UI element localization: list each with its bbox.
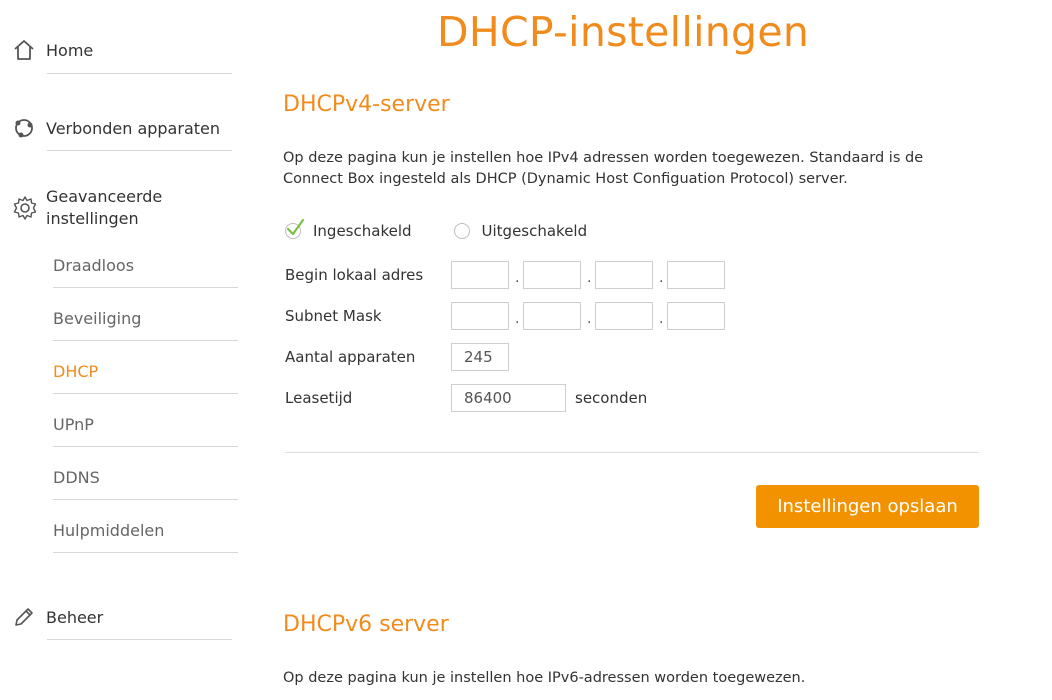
radio-label-enabled: Ingeschakeld [313, 222, 412, 240]
subnet-mask-octet-4[interactable] [667, 302, 725, 330]
sidebar-item-label: Verbonden apparaten [46, 118, 220, 138]
divider [53, 393, 238, 394]
sidebar-item-label: Geavanceerde instellingen [46, 186, 232, 230]
divider [53, 287, 238, 288]
ip-separator: . [515, 311, 520, 327]
section-divider [285, 452, 979, 453]
divider [47, 639, 232, 640]
sidebar-subitem-ddns[interactable]: DDNS [53, 468, 238, 487]
devices-icon [12, 115, 38, 141]
device-count-input[interactable]: 245 [451, 343, 509, 371]
checkmark-icon [286, 218, 305, 236]
sidebar-item-label: Home [46, 40, 94, 60]
start-address-octet-2[interactable] [523, 261, 581, 289]
radio-enabled[interactable]: Ingeschakeld [285, 218, 412, 240]
dhcpv4-description: Op deze pagina kun je instellen hoe IPv4… [283, 148, 983, 190]
page-title: DHCP-instellingen [437, 8, 810, 56]
divider [47, 150, 232, 151]
lease-time-label: Leasetijd [285, 389, 353, 407]
subnet-mask-label: Subnet Mask [285, 307, 382, 325]
dhcpv4-description-line2: Connect Box ingesteld als DHCP (Dynamic … [283, 171, 848, 187]
device-count-label: Aantal apparaten [285, 348, 416, 366]
sidebar-item-advanced[interactable]: Geavanceerde instellingen [12, 186, 232, 230]
lease-time-input[interactable]: 86400 [451, 384, 566, 412]
radio-label-disabled: Uitgeschakeld [481, 222, 588, 240]
sidebar-subitem-tools[interactable]: Hulpmiddelen [53, 521, 238, 540]
sidebar-item-label: Beheer [46, 607, 104, 627]
sidebar-subitem-wireless[interactable]: Draadloos [53, 256, 238, 275]
radio-button-disabled[interactable] [453, 223, 470, 239]
gear-icon [12, 195, 38, 221]
divider [53, 340, 238, 341]
radio-disabled[interactable]: Uitgeschakeld [453, 222, 588, 240]
pencil-icon [12, 604, 38, 630]
sidebar-item-label-line1: Geavanceerde [46, 187, 163, 206]
dhcpv4-section-title: DHCPv4-server [283, 92, 450, 117]
ip-separator: . [515, 270, 520, 286]
ip-separator: . [659, 270, 664, 286]
sidebar-item-admin[interactable]: Beheer [12, 604, 232, 630]
ip-separator: . [587, 311, 592, 327]
divider [47, 73, 232, 74]
sidebar-item-connected-devices[interactable]: Verbonden apparaten [12, 115, 232, 141]
dhcpv6-description: Op deze pagina kun je instellen hoe IPv6… [283, 670, 806, 686]
divider [53, 552, 238, 553]
dhcpv4-description-line1: Op deze pagina kun je instellen hoe IPv4… [283, 150, 924, 166]
ip-separator: . [659, 311, 664, 327]
divider [53, 499, 238, 500]
sidebar-item-home[interactable]: Home [12, 37, 232, 63]
radio-button-enabled[interactable] [285, 218, 305, 239]
dhcpv6-section-title: DHCPv6 server [283, 612, 449, 637]
sidebar-subitem-security[interactable]: Beveiliging [53, 309, 238, 328]
ip-separator: . [587, 270, 592, 286]
save-settings-button[interactable]: Instellingen opslaan [756, 485, 979, 528]
subnet-mask-octet-2[interactable] [523, 302, 581, 330]
subnet-mask-octet-1[interactable] [451, 302, 509, 330]
start-address-octet-3[interactable] [595, 261, 653, 289]
subnet-mask-octet-3[interactable] [595, 302, 653, 330]
sidebar-item-label-line2: instellingen [46, 209, 139, 228]
lease-time-unit: seconden [575, 389, 648, 407]
dhcp-mode-radio-group: Ingeschakeld Uitgeschakeld [285, 218, 629, 240]
sidebar: Home Verbonden apparaten Geavanceerde in… [0, 0, 250, 700]
home-icon [12, 37, 38, 63]
sidebar-subitem-dhcp[interactable]: DHCP [53, 362, 238, 381]
start-address-label: Begin lokaal adres [285, 266, 424, 284]
divider [53, 446, 238, 447]
start-address-octet-1[interactable] [451, 261, 509, 289]
start-address-octet-4[interactable] [667, 261, 725, 289]
sidebar-subitem-upnp[interactable]: UPnP [53, 415, 238, 434]
